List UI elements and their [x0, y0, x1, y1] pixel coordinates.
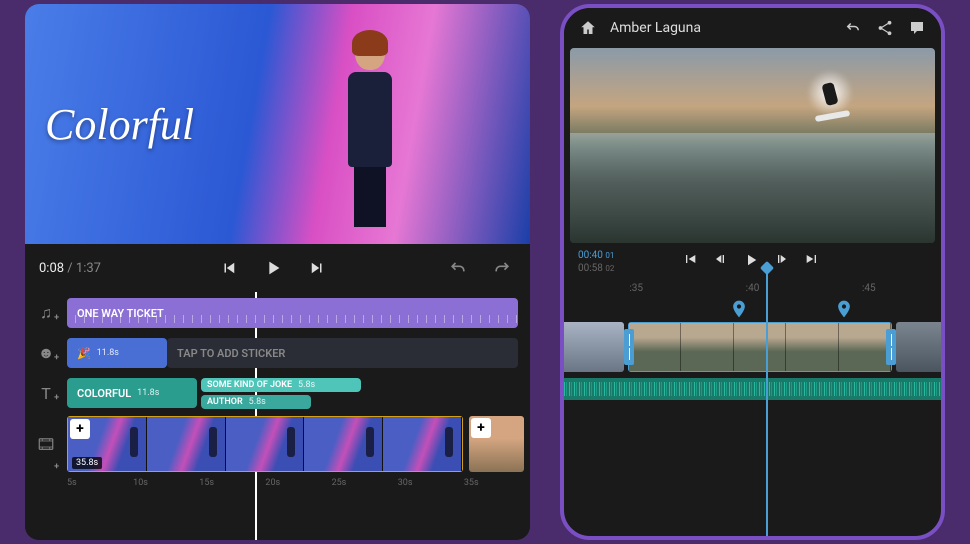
trim-handle-right[interactable] — [886, 329, 896, 365]
share-icon[interactable] — [875, 18, 895, 38]
markers — [564, 298, 941, 322]
marker-icon[interactable] — [834, 298, 854, 318]
waveform — [564, 382, 941, 396]
sticker-track[interactable]: ☻+ 🎉11.8s TAP TO ADD STICKER — [25, 336, 530, 370]
frame-back-button[interactable] — [712, 251, 728, 273]
music-track[interactable]: ♫+ ONE WAY TICKET — [25, 296, 530, 330]
video-preview[interactable]: Colorful — [25, 4, 530, 244]
text-clip-main[interactable]: COLORFUL11.8s — [67, 378, 197, 408]
playback-controls: 0:08 / 1:37 — [25, 244, 530, 292]
sticker-clip[interactable]: 🎉11.8s — [67, 338, 167, 368]
prev-button[interactable] — [215, 254, 243, 282]
music-clip[interactable]: ONE WAY TICKET — [67, 298, 518, 328]
video-clip-selected[interactable] — [628, 322, 892, 372]
frame-fwd-button[interactable] — [774, 251, 790, 273]
timeline[interactable] — [564, 298, 941, 536]
video-clip-2[interactable]: + — [469, 416, 524, 472]
text-icon[interactable]: T+ — [25, 384, 67, 403]
timecode: 00:40 01 00:58 02 — [578, 249, 614, 275]
music-icon[interactable]: ♫+ — [25, 303, 67, 323]
skip-end-button[interactable] — [804, 251, 820, 273]
sticker-placeholder[interactable]: TAP TO ADD STICKER — [167, 338, 518, 368]
video-track[interactable] — [564, 322, 941, 372]
preview-title-overlay: Colorful — [45, 99, 194, 150]
home-icon[interactable] — [578, 18, 598, 38]
trim-handle-left[interactable] — [624, 329, 634, 365]
undo-button[interactable] — [444, 254, 472, 282]
play-button[interactable] — [259, 254, 287, 282]
video-clip-1[interactable]: + 35.8s — [67, 416, 463, 472]
video-icon[interactable]: + — [25, 416, 67, 472]
playhead[interactable] — [766, 268, 768, 540]
time-ruler: 5s10s15s20s25s30s35s — [25, 478, 530, 488]
comment-icon[interactable] — [907, 18, 927, 38]
text-clip-sub1[interactable]: SOME KIND OF JOKE5.8s — [201, 378, 361, 392]
video-clip[interactable] — [564, 322, 624, 372]
sticker-icon[interactable]: ☻+ — [25, 343, 67, 363]
play-button[interactable] — [742, 251, 760, 273]
timeline[interactable]: ♫+ ONE WAY TICKET ☻+ 🎉11.8s TAP TO ADD S… — [25, 292, 530, 540]
clip-duration: 35.8s — [72, 457, 102, 469]
editor-right: Amber Laguna 00:40 01 00:58 02 — [560, 4, 945, 540]
skip-start-button[interactable] — [682, 251, 698, 273]
project-name: Amber Laguna — [610, 20, 831, 36]
editor-left: Colorful 0:08 / 1:37 ♫+ ONE WAY TICKET ☻… — [25, 4, 530, 540]
video-track[interactable]: + + 35.8s + — [25, 416, 530, 472]
add-clip-button[interactable]: + — [70, 419, 90, 439]
audio-track[interactable] — [564, 378, 941, 400]
marker-icon[interactable] — [729, 298, 749, 318]
header: Amber Laguna — [564, 8, 941, 48]
video-preview[interactable] — [570, 48, 935, 243]
video-clip[interactable] — [896, 322, 941, 372]
text-clip-sub2[interactable]: AUTHOR5.8s — [201, 395, 311, 409]
next-button[interactable] — [303, 254, 331, 282]
add-clip-button[interactable]: + — [471, 418, 491, 438]
time-ruler: :35:40:45 — [564, 279, 941, 298]
text-track[interactable]: T+ COLORFUL11.8s SOME KIND OF JOKE5.8s A… — [25, 376, 530, 410]
redo-button[interactable] — [488, 254, 516, 282]
playback-controls: 00:40 01 00:58 02 — [564, 243, 941, 279]
time-display: 0:08 / 1:37 — [39, 261, 101, 276]
undo-icon[interactable] — [843, 18, 863, 38]
